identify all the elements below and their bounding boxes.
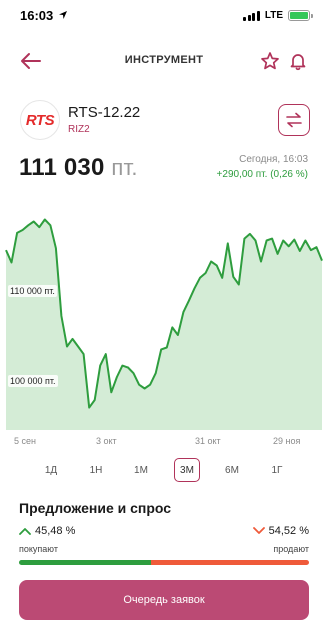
x-tick-label: 29 ноя (273, 436, 301, 446)
instrument-logo: RTS (20, 100, 60, 140)
period-selector: 1Д 1Н 1М 3М 6М 1Г (0, 458, 328, 484)
period-1y[interactable]: 1Г (264, 458, 290, 482)
y-tick-label: 100 000 пт. (8, 375, 58, 387)
status-time: 16:03 (20, 8, 54, 23)
buy-percent: 45,48 % (19, 525, 75, 537)
sell-share-bar (150, 560, 309, 565)
period-3m[interactable]: 3М (174, 458, 200, 482)
price-row: 111 030 пт. Сегодня, 16:03 +290,00 пт. (… (0, 152, 328, 188)
supply-demand-title: Предложение и спрос (19, 500, 172, 516)
swap-button[interactable] (278, 104, 310, 136)
star-icon[interactable] (259, 50, 281, 72)
change-date: Сегодня, 16:03 (239, 154, 308, 165)
order-queue-button[interactable]: Очередь заявок (19, 580, 309, 620)
battery-charging-icon (288, 10, 313, 21)
price-unit: пт. (111, 155, 138, 180)
network-type: LTE (264, 10, 283, 21)
instrument-info: RTS RTS-12.22 RIZ2 (0, 96, 328, 146)
sell-label: продают (273, 544, 309, 554)
buy-label: покупают (19, 544, 58, 554)
signal-icon (243, 10, 260, 21)
instrument-ticker: RIZ2 (68, 124, 90, 135)
chevron-up-icon (19, 528, 31, 535)
x-tick-label: 5 сен (14, 436, 36, 446)
period-6m[interactable]: 6М (219, 458, 245, 482)
x-tick-label: 31 окт (195, 436, 221, 446)
chart-svg (5, 218, 323, 430)
buy-share-bar (19, 560, 151, 565)
supply-demand-bar (19, 560, 309, 565)
battery-level (290, 12, 308, 19)
current-price: 111 030 пт. (19, 154, 138, 182)
instrument-name: RTS-12.22 (68, 104, 141, 121)
price-value: 111 030 (19, 154, 105, 181)
change-value: +290,00 пт. (0,26 %) (216, 169, 308, 180)
buy-percent-value: 45,48 % (35, 525, 76, 537)
location-arrow-icon (59, 11, 67, 19)
logo-text: RTS (25, 111, 55, 129)
bell-icon[interactable] (287, 50, 309, 72)
period-1d[interactable]: 1Д (38, 458, 64, 482)
sell-percent-value: 54,52 % (268, 525, 309, 537)
nav-header: ИНСТРУМЕНТ (0, 44, 328, 78)
price-chart[interactable]: 110 000 пт. 100 000 пт. 5 сен 3 окт 31 о… (0, 200, 328, 450)
y-tick-label: 110 000 пт. (8, 285, 57, 297)
status-indicators: LTE (243, 10, 313, 21)
period-1m[interactable]: 1М (128, 458, 154, 482)
x-tick-label: 3 окт (96, 436, 117, 446)
status-bar: 16:03 LTE (0, 0, 328, 34)
chevron-down-icon (252, 527, 265, 534)
swap-arrows-icon (286, 112, 302, 128)
period-1w[interactable]: 1Н (83, 458, 109, 482)
chart-area-fill (6, 219, 322, 430)
sell-percent: 54,52 % (252, 525, 309, 537)
